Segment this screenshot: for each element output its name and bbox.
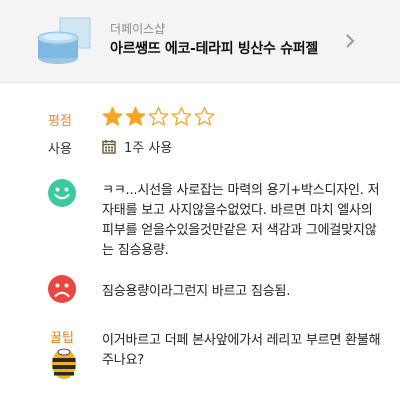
review-bad-text: 짐승용량이라그런지 바르고 짐승됨. bbox=[102, 284, 291, 299]
star-empty-icon bbox=[148, 106, 169, 126]
frown-face-icon bbox=[48, 275, 76, 303]
product-thumbnail bbox=[32, 14, 94, 70]
star-filled-icon bbox=[125, 106, 146, 126]
smile-face-icon bbox=[48, 179, 76, 207]
usage-value: 1주 사용 bbox=[124, 141, 173, 156]
rating-label: 평점 bbox=[48, 114, 72, 129]
product-brand: 더페이스샵 bbox=[110, 22, 166, 36]
star-empty-icon bbox=[171, 106, 192, 126]
usage-label: 사용 bbox=[48, 142, 72, 157]
review-tip-text: 이거바르고 더페 본사앞에가서 레리꼬 부르면 환불해주나요? bbox=[102, 333, 381, 368]
product-card[interactable]: 더페이스샵 아르쌩뜨 에코-테라피 빙산수 슈퍼젤 bbox=[0, 0, 400, 83]
star-filled-icon bbox=[102, 106, 123, 126]
calendar-icon bbox=[102, 140, 116, 154]
review-good-text: ㅋㅋ...시선을 사로잡는 마력의 용기+박스디자인. 저 자태를 보고 사지않… bbox=[102, 183, 380, 258]
star-rating bbox=[102, 106, 215, 127]
chevron-right-icon[interactable] bbox=[342, 32, 358, 50]
usage-period: 1주 사용 bbox=[102, 137, 172, 156]
tip-label: 꿀팁 bbox=[50, 331, 74, 346]
bee-icon bbox=[52, 348, 76, 379]
star-empty-icon bbox=[194, 106, 215, 126]
product-name: 아르쌩뜨 에코-테라피 빙산수 슈퍼젤 bbox=[110, 41, 318, 57]
